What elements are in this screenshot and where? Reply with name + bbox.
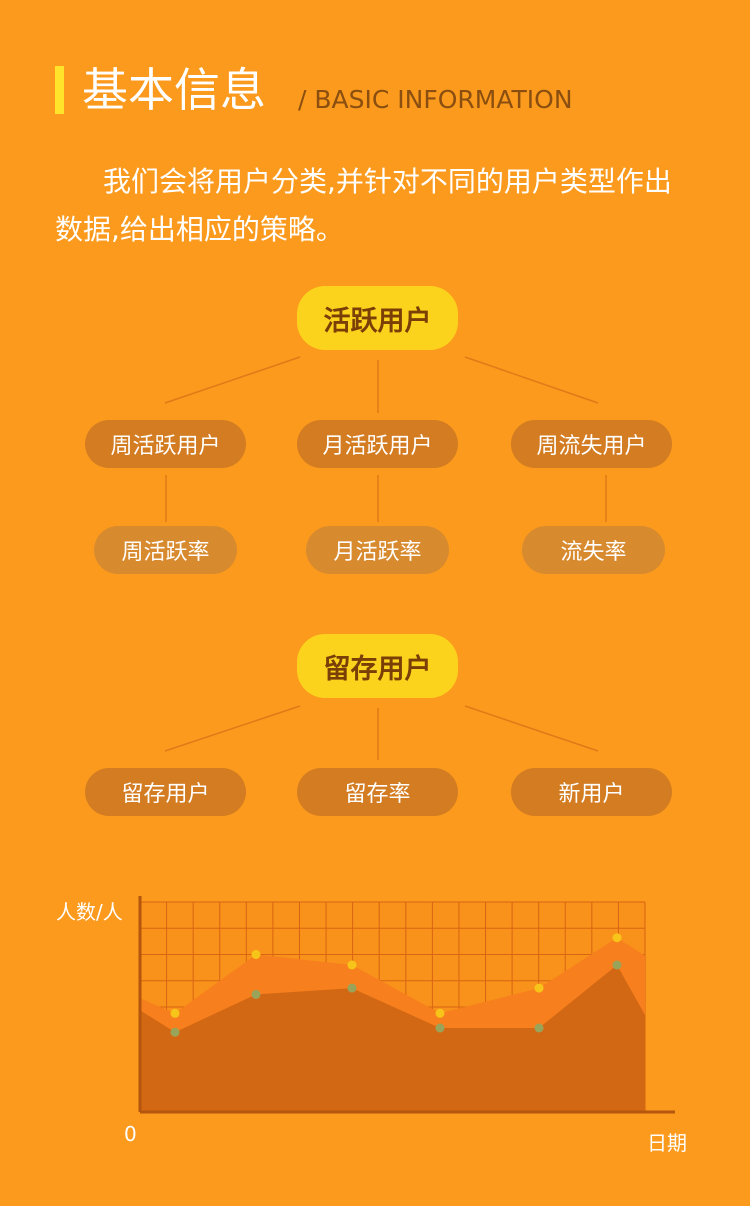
series-1-point [435,1008,445,1018]
series-1-point [347,960,357,970]
series-1-point [251,950,261,959]
series-2-point [612,960,622,970]
series-2-point [534,1023,544,1033]
series-2-point [435,1023,445,1033]
series-1-point [534,983,544,993]
series-1-point [612,933,622,943]
series-1-point [170,1008,180,1018]
series-2-point [251,989,261,999]
series-2-point [347,983,357,993]
series-2-point [170,1027,180,1037]
user-count-chart [138,896,675,1114]
